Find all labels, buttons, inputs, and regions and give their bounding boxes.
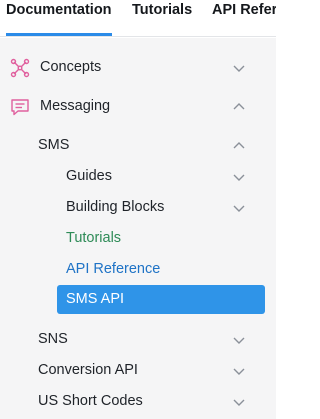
sidebar-item-api-reference[interactable]: API Reference — [0, 255, 276, 285]
sidebar-item-conversion-api[interactable]: Conversion API — [0, 356, 276, 386]
sidebar-item-messaging-label: Messaging — [40, 98, 111, 114]
sidebar-item-sms-api[interactable]: SMS API — [57, 285, 265, 314]
sidebar-item-conversion-api-label: Conversion API — [38, 362, 138, 378]
sidebar-item-sms-label: SMS — [38, 137, 70, 153]
sidebar-item-sms-api-label: SMS API — [66, 291, 125, 307]
sidebar-item-api-reference-label: API Reference — [66, 261, 161, 277]
messaging-chat-icon — [11, 99, 29, 116]
chevron-down-icon — [233, 337, 245, 344]
sidebar-item-guides-label: Guides — [66, 168, 112, 184]
tab-api-reference-label: API Refer — [212, 2, 276, 18]
sidebar-item-us-short-codes[interactable]: US Short Codes — [0, 387, 276, 417]
sidebar-item-messaging[interactable]: Messaging — [0, 92, 276, 122]
sidebar-item-tutorials[interactable]: Tutorials — [0, 224, 276, 254]
tab-tutorials-label: Tutorials — [132, 2, 193, 18]
docs-sidebar: Concepts Messaging SMS Guides Building B… — [0, 38, 276, 419]
sidebar-item-guides[interactable]: Guides — [0, 162, 276, 192]
chevron-down-icon — [233, 399, 245, 406]
chevron-down-icon — [233, 368, 245, 375]
tab-api-reference[interactable]: API Refer — [212, 0, 276, 36]
tab-tutorials[interactable]: Tutorials — [132, 0, 192, 36]
sidebar-item-sns-label: SNS — [38, 331, 68, 347]
tab-documentation[interactable]: Documentation — [6, 0, 112, 36]
sidebar-item-sms[interactable]: SMS — [0, 131, 276, 161]
sidebar-item-concepts-label: Concepts — [40, 59, 102, 75]
sidebar-item-concepts[interactable]: Concepts — [0, 53, 276, 83]
chevron-up-icon — [233, 103, 245, 110]
chevron-down-icon — [233, 174, 245, 181]
sidebar-item-building-blocks-label: Building Blocks — [66, 199, 165, 215]
concepts-network-icon — [10, 58, 30, 78]
sidebar-item-sns[interactable]: SNS — [0, 325, 276, 355]
sidebar-item-us-short-codes-label: US Short Codes — [38, 393, 143, 409]
tab-documentation-label: Documentation — [6, 2, 112, 18]
sidebar-item-building-blocks[interactable]: Building Blocks — [0, 193, 276, 223]
chevron-down-icon — [233, 65, 245, 72]
chevron-up-icon — [233, 142, 245, 149]
top-navigation: Documentation Tutorials API Refer — [0, 0, 276, 37]
sidebar-item-tutorials-label: Tutorials — [66, 230, 122, 246]
chevron-down-icon — [233, 205, 245, 212]
